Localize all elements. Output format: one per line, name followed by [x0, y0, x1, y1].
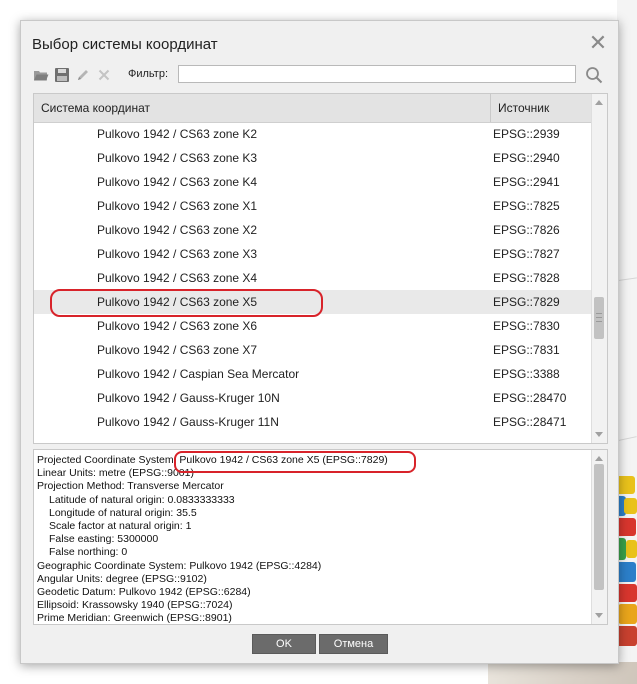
- save-icon[interactable]: [54, 67, 70, 83]
- row-source: EPSG::7830: [493, 319, 560, 333]
- details-line: Projected Coordinate System: Pulkovo 194…: [37, 454, 388, 466]
- table-row[interactable]: Pulkovo 1942 / CS63 zone K2 EPSG::2939: [34, 122, 591, 146]
- cancel-button[interactable]: Отмена: [319, 634, 388, 654]
- details-line: Prime Meridian: Greenwich (EPSG::8901): [37, 612, 232, 625]
- row-source: EPSG::7825: [493, 199, 560, 213]
- table-row[interactable]: Pulkovo 1942 / CS63 zone X4 EPSG::7828: [34, 266, 591, 290]
- scrollbar-thumb[interactable]: [594, 464, 604, 590]
- filter-input[interactable]: [178, 65, 576, 83]
- scrollbar-thumb[interactable]: [594, 297, 604, 339]
- details-line: False easting: 5300000: [49, 533, 159, 546]
- row-coordinate-system: Pulkovo 1942 / Gauss-Kruger 11N: [97, 415, 279, 429]
- scroll-down-icon[interactable]: [595, 613, 603, 618]
- row-source: EPSG::28471: [493, 415, 567, 429]
- coordinate-system-dialog: Выбор системы координат ✕ Фильтр: Систем…: [20, 20, 619, 664]
- filter-label: Фильтр:: [128, 68, 169, 80]
- row-source: EPSG::2940: [493, 151, 560, 165]
- table-row[interactable]: Pulkovo 1942 / Gauss-Kruger 10N EPSG::284…: [34, 386, 591, 410]
- coordinate-system-details: Projected Coordinate System: Pulkovo 194…: [33, 449, 608, 625]
- table-row[interactable]: Pulkovo 1942 / CS63 zone X1 EPSG::7825: [34, 194, 591, 218]
- row-source: EPSG::2939: [493, 127, 560, 141]
- details-line: Linear Units: metre (EPSG::9001): [37, 467, 194, 480]
- details-line: Longitude of natural origin: 35.5: [49, 506, 197, 519]
- column-header-source[interactable]: Источник: [498, 94, 549, 122]
- edit-icon[interactable]: [75, 67, 91, 83]
- table-header: Система координат Источник: [34, 94, 591, 123]
- table-row[interactable]: Pulkovo 1942 / CS63 zone X3 EPSG::7827: [34, 242, 591, 266]
- row-coordinate-system: Pulkovo 1942 / Gauss-Kruger 10N: [97, 391, 280, 405]
- table-row[interactable]: Pulkovo 1942 / Caspian Sea Mercator EPSG:…: [34, 362, 591, 386]
- column-separator[interactable]: [490, 94, 491, 122]
- table-scrollbar[interactable]: [591, 94, 607, 443]
- row-coordinate-system: Pulkovo 1942 / CS63 zone K2: [97, 127, 258, 141]
- scroll-up-icon[interactable]: [595, 456, 603, 461]
- table-row[interactable]: Pulkovo 1942 / CS63 zone X5 EPSG::7829: [34, 290, 591, 314]
- row-coordinate-system: Pulkovo 1942 / CS63 zone X1: [97, 199, 258, 213]
- row-source: EPSG::7831: [493, 343, 560, 357]
- row-coordinate-system: Pulkovo 1942 / CS63 zone X3: [97, 247, 258, 261]
- details-line: Latitude of natural origin: 0.0833333333: [49, 493, 235, 506]
- table-row[interactable]: Pulkovo 1942 / CS63 zone X2 EPSG::7826: [34, 218, 591, 242]
- table-row[interactable]: Pulkovo 1942 / CS63 zone K4 EPSG::2941: [34, 170, 591, 194]
- details-line: Ellipsoid: Krassowsky 1940 (EPSG::7024): [37, 599, 233, 612]
- background-table-edge: [488, 662, 637, 684]
- table-row[interactable]: Pulkovo 1942 / CS63 zone X6 EPSG::7830: [34, 314, 591, 338]
- details-line: Projection Method: Transverse Mercator: [37, 480, 224, 493]
- scroll-up-icon[interactable]: [595, 100, 603, 105]
- details-text: Projected Coordinate System: Pulkovo 194…: [37, 454, 388, 625]
- table-row[interactable]: Pulkovo 1942 / CS63 zone K3 EPSG::2940: [34, 146, 591, 170]
- column-header-coordinate-system[interactable]: Система координат: [41, 94, 150, 122]
- row-coordinate-system: Pulkovo 1942 / CS63 zone K3: [97, 151, 258, 165]
- details-scrollbar[interactable]: [591, 450, 607, 624]
- row-coordinate-system: Pulkovo 1942 / CS63 zone X4: [97, 271, 258, 285]
- details-line: Scale factor at natural origin: 1: [49, 520, 192, 533]
- row-source: EPSG::7829: [493, 295, 560, 309]
- coordinate-system-table: Система координат Источник Pulkovo 1942 …: [33, 93, 608, 444]
- table-row[interactable]: Pulkovo 1942 / Gauss-Kruger 11N EPSG::284…: [34, 410, 591, 434]
- row-coordinate-system: Pulkovo 1942 / CS63 zone X7: [97, 343, 258, 357]
- details-line: Geodetic Datum: Pulkovo 1942 (EPSG::6284…: [37, 586, 251, 599]
- search-icon[interactable]: [585, 66, 603, 84]
- folder-open-icon[interactable]: [33, 67, 49, 83]
- dialog-title: Выбор системы координат: [32, 36, 218, 53]
- row-source: EPSG::28470: [493, 391, 567, 405]
- row-source: EPSG::7826: [493, 223, 560, 237]
- toolbar: Фильтр:: [33, 65, 608, 85]
- ok-button[interactable]: OK: [252, 634, 316, 654]
- row-source: EPSG::3388: [493, 367, 560, 381]
- scroll-down-icon[interactable]: [595, 432, 603, 437]
- details-line: Angular Units: degree (EPSG::9102): [37, 572, 207, 585]
- row-coordinate-system: Pulkovo 1942 / CS63 zone X2: [97, 223, 258, 237]
- row-coordinate-system: Pulkovo 1942 / CS63 zone X6: [97, 319, 258, 333]
- table-row[interactable]: Pulkovo 1942 / CS63 zone X7 EPSG::7831: [34, 338, 591, 362]
- details-line: Geographic Coordinate System: Pulkovo 19…: [37, 559, 322, 572]
- row-source: EPSG::2941: [493, 175, 560, 189]
- details-line: False northing: 0: [49, 546, 128, 559]
- row-coordinate-system: Pulkovo 1942 / Caspian Sea Mercator: [97, 367, 300, 381]
- delete-icon[interactable]: [96, 67, 112, 83]
- row-source: EPSG::7828: [493, 271, 560, 285]
- row-coordinate-system: Pulkovo 1942 / CS63 zone K4: [97, 175, 258, 189]
- close-icon[interactable]: ✕: [588, 32, 608, 54]
- row-source: EPSG::7827: [493, 247, 560, 261]
- row-coordinate-system: Pulkovo 1942 / CS63 zone X5: [97, 295, 258, 309]
